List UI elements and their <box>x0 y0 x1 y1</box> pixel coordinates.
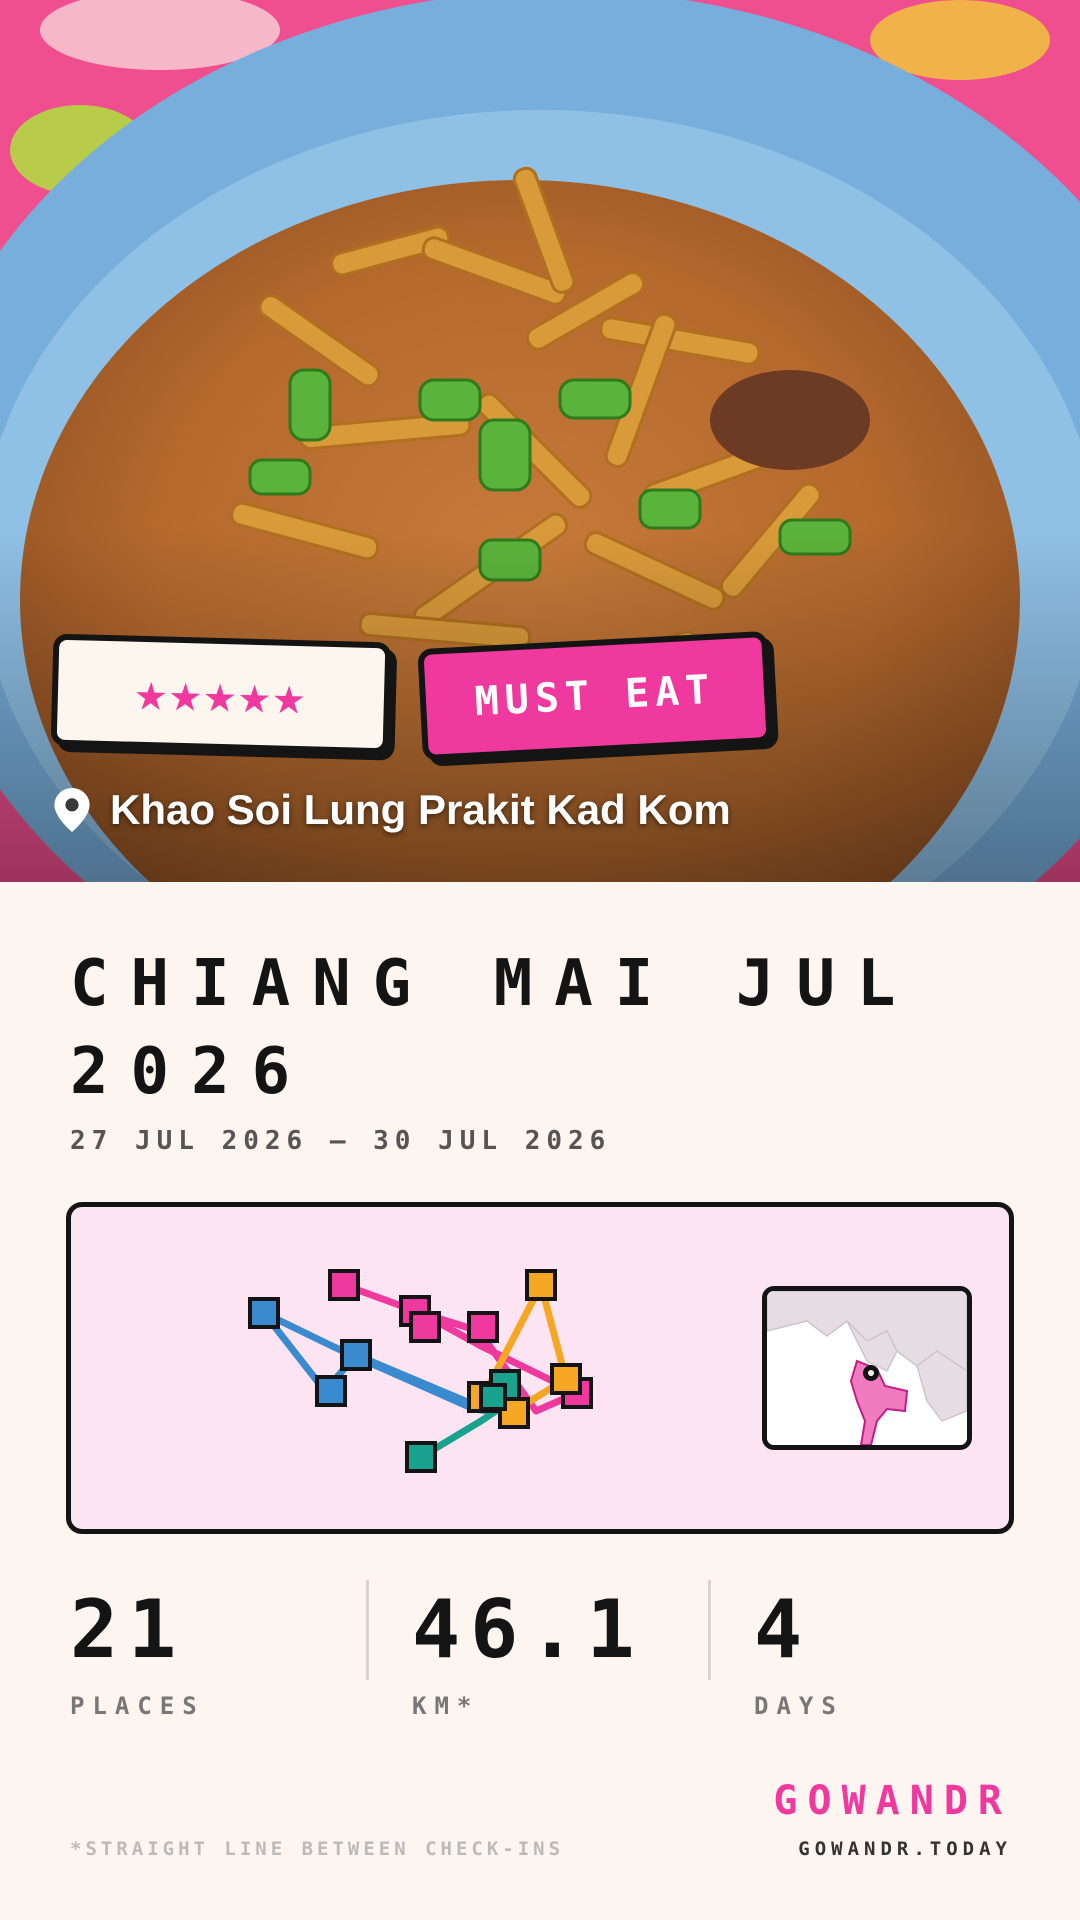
location-row: Khao Soi Lung Prakit Kad Kom <box>54 786 731 834</box>
days-count: 4 <box>754 1583 813 1676</box>
days-label: DAYS <box>754 1692 844 1720</box>
places-label: PLACES <box>70 1692 205 1720</box>
stat-divider <box>708 1580 711 1680</box>
route-blue <box>260 1309 493 1415</box>
brand-url[interactable]: GOWANDR.TODAY <box>798 1838 1012 1860</box>
stat-places: 21 PLACES <box>70 1583 205 1721</box>
location-pin-icon <box>54 788 90 832</box>
distance-label: KM* <box>412 1692 480 1720</box>
stat-days: 4 DAYS <box>754 1583 844 1721</box>
route-stop <box>405 1441 437 1473</box>
brand-logo: GOWANDR <box>773 1778 1012 1824</box>
region-map-svg <box>767 1291 967 1445</box>
must-eat-label: MUST EAT <box>473 666 717 726</box>
route-stop <box>328 1269 360 1301</box>
overview-minimap <box>762 1286 972 1450</box>
stat-distance: 46.1 KM* <box>412 1583 645 1721</box>
distance-footnote: *STRAIGHT LINE BETWEEN CHECK-INS <box>70 1838 565 1860</box>
places-count: 21 <box>70 1583 187 1676</box>
rating-card: ★★★★★ <box>50 633 392 755</box>
trip-dates: 27 JUL 2026 – 30 JUL 2026 <box>70 1126 612 1156</box>
route-stop <box>315 1375 347 1407</box>
rating-stars: ★★★★★ <box>133 659 309 728</box>
place-name: Khao Soi Lung Prakit Kad Kom <box>110 786 731 833</box>
must-eat-badge: MUST EAT <box>417 630 773 762</box>
route-stop <box>550 1363 582 1395</box>
stat-divider <box>366 1580 369 1680</box>
hero-photo: ★★★★★ MUST EAT Khao Soi Lung Prakit Kad … <box>0 0 1080 882</box>
trip-title: CHIANG MAI JUL 2026 <box>70 947 918 1109</box>
route-stop <box>340 1339 372 1371</box>
route-stop <box>467 1311 499 1343</box>
route-stop <box>479 1383 507 1411</box>
route-stop <box>248 1297 280 1329</box>
distance-value: 46.1 <box>412 1583 645 1676</box>
route-stop <box>409 1311 441 1343</box>
route-stop <box>525 1269 557 1301</box>
